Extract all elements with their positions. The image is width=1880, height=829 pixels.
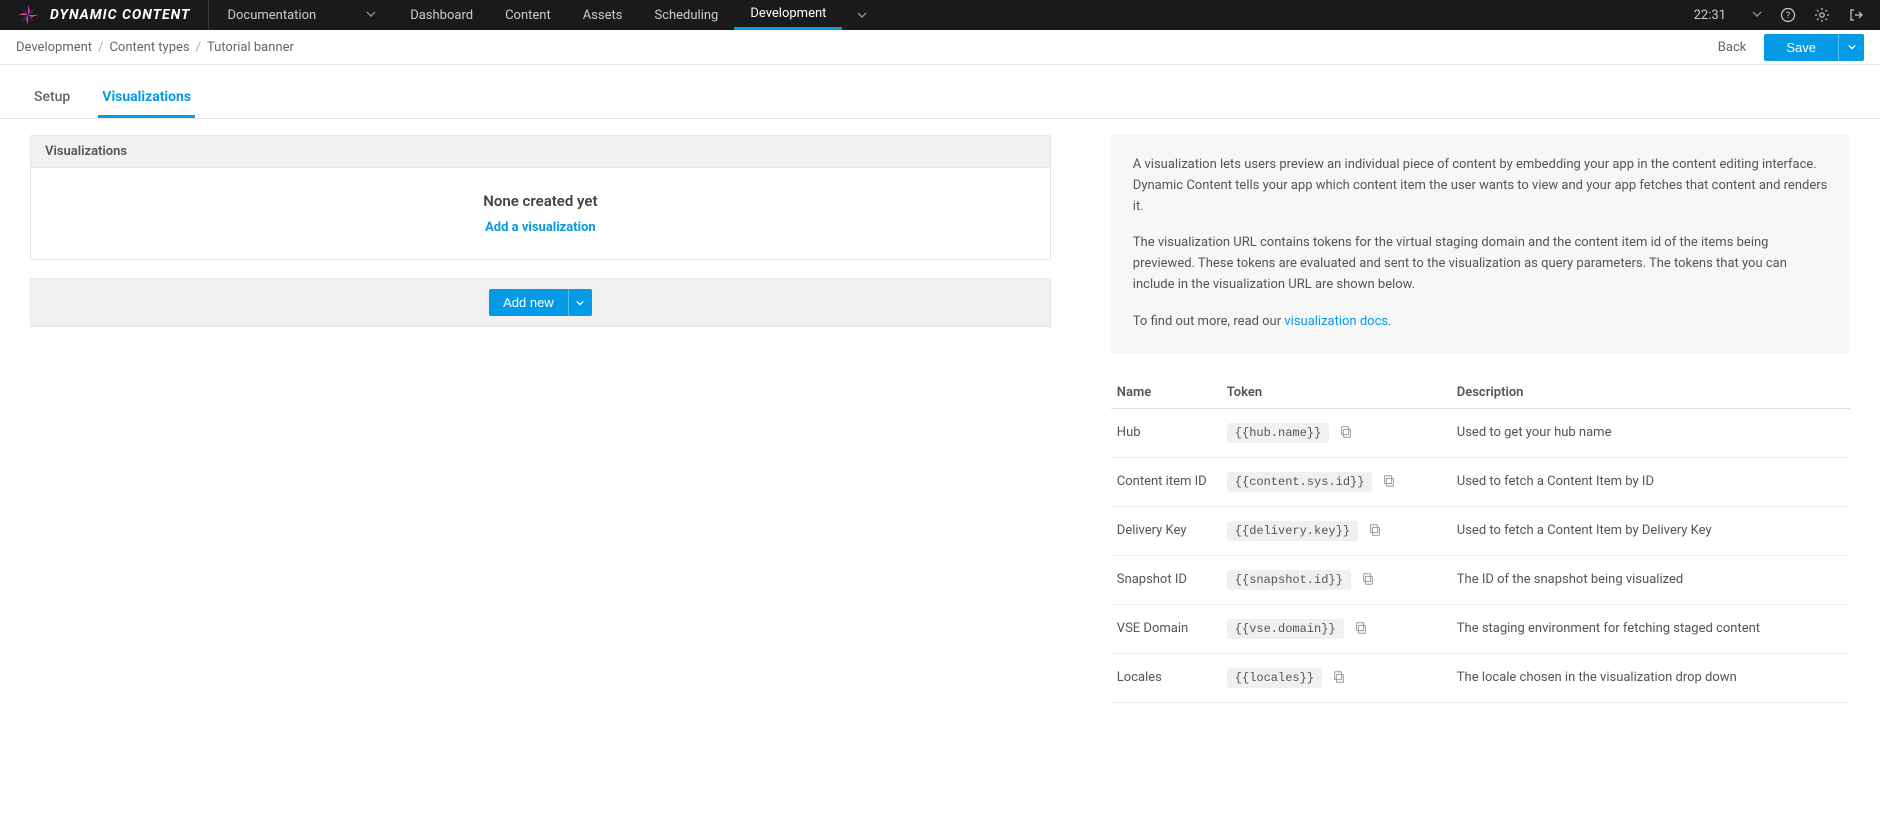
main-content: Visualizations None created yet Add a vi… [0, 119, 1880, 719]
table-row: Snapshot ID {{snapshot.id}} The ID of the … [1111, 555, 1850, 604]
token-name: Delivery Key [1111, 506, 1221, 555]
info-paragraph-3: To find out more, read our visualization… [1133, 312, 1828, 333]
logout-icon[interactable] [1848, 7, 1864, 23]
brand-area[interactable]: DYNAMIC CONTENT [16, 0, 209, 30]
nav-tab-scheduling[interactable]: Scheduling [638, 0, 734, 30]
add-new-bar: Add new [30, 278, 1051, 327]
breadcrumb-item-content-types[interactable]: Content types [109, 40, 189, 55]
token-name: Hub [1111, 408, 1221, 457]
visualization-docs-link[interactable]: visualization docs [1284, 314, 1388, 329]
token-cell: {{snapshot.id}} [1221, 555, 1451, 604]
token-table-header-token: Token [1221, 377, 1451, 409]
token-description: Used to fetch a Content Item by Delivery… [1451, 506, 1850, 555]
token-cell: {{vse.domain}} [1221, 604, 1451, 653]
token-description: Used to fetch a Content Item by ID [1451, 457, 1850, 506]
token-description: Used to get your hub name [1451, 408, 1850, 457]
tab-visualizations[interactable]: Visualizations [98, 79, 195, 118]
chevron-down-icon [366, 8, 376, 23]
token-code: {{snapshot.id}} [1227, 570, 1351, 590]
token-description: The locale chosen in the visualization d… [1451, 653, 1850, 702]
breadcrumb-item-current: Tutorial banner [207, 40, 294, 55]
token-cell: {{content.sys.id}} [1221, 457, 1451, 506]
copy-icon[interactable] [1354, 621, 1368, 635]
token-code: {{hub.name}} [1227, 423, 1329, 443]
info-paragraph-1: A visualization lets users preview an in… [1133, 155, 1828, 217]
copy-icon[interactable] [1361, 572, 1375, 586]
svg-text:?: ? [1786, 11, 1790, 21]
breadcrumb-separator: / [196, 40, 201, 55]
token-table-header-description: Description [1451, 377, 1850, 409]
save-button[interactable]: Save [1764, 34, 1838, 61]
token-code: {{locales}} [1227, 668, 1322, 688]
add-new-dropdown-button[interactable] [568, 289, 592, 316]
help-icon[interactable]: ? [1780, 7, 1796, 23]
token-name: Content item ID [1111, 457, 1221, 506]
table-row: Content item ID {{content.sys.id}} Used to… [1111, 457, 1850, 506]
table-row: Hub {{hub.name}} Used to get your hub name [1111, 408, 1850, 457]
nav-tab-assets[interactable]: Assets [567, 0, 639, 30]
copy-icon[interactable] [1368, 523, 1382, 537]
token-name: Snapshot ID [1111, 555, 1221, 604]
primary-nav: Dashboard Content Assets Scheduling Deve… [394, 0, 882, 30]
token-code: {{content.sys.id}} [1227, 472, 1373, 492]
brand-text: DYNAMIC CONTENT [50, 7, 190, 23]
hub-dropdown-label: Documentation [227, 8, 316, 23]
token-name: Locales [1111, 653, 1221, 702]
add-new-button[interactable]: Add new [489, 289, 568, 316]
save-dropdown-button[interactable] [1838, 34, 1864, 61]
action-bar: Development / Content types / Tutorial b… [0, 30, 1880, 65]
tab-setup[interactable]: Setup [30, 79, 74, 118]
panel-header: Visualizations [31, 136, 1050, 168]
info-paragraph-2: The visualization URL contains tokens fo… [1133, 233, 1828, 295]
visualizations-panel: Visualizations None created yet Add a vi… [30, 135, 1051, 260]
back-button[interactable]: Back [1718, 40, 1747, 55]
breadcrumb-separator: / [98, 40, 103, 55]
table-row: Locales {{locales}} The locale chosen in t… [1111, 653, 1850, 702]
logo-icon [16, 3, 40, 27]
table-row: VSE Domain {{vse.domain}} The staging envi… [1111, 604, 1850, 653]
copy-icon[interactable] [1382, 474, 1396, 488]
token-cell: {{delivery.key}} [1221, 506, 1451, 555]
add-visualization-link[interactable]: Add a visualization [55, 220, 1026, 235]
time-label: 22:31 [1694, 8, 1726, 23]
info-box: A visualization lets users preview an in… [1111, 135, 1850, 353]
nav-tab-content[interactable]: Content [489, 0, 567, 30]
token-table: Name Token Description Hub {{hub.name}} Us… [1111, 377, 1850, 703]
copy-icon[interactable] [1339, 425, 1353, 439]
save-button-group: Save [1764, 34, 1864, 61]
token-description: The ID of the snapshot being visualized [1451, 555, 1850, 604]
page-tabs: Setup Visualizations [0, 65, 1880, 119]
nav-tab-development[interactable]: Development [734, 0, 842, 30]
empty-state-title: None created yet [55, 192, 1026, 210]
copy-icon[interactable] [1332, 670, 1346, 684]
token-cell: {{locales}} [1221, 653, 1451, 702]
gear-icon[interactable] [1814, 7, 1830, 23]
nav-tab-dashboard[interactable]: Dashboard [394, 0, 489, 30]
breadcrumb-item-development[interactable]: Development [16, 40, 92, 55]
breadcrumb: Development / Content types / Tutorial b… [16, 40, 294, 55]
token-name: VSE Domain [1111, 604, 1221, 653]
token-description: The staging environment for fetching sta… [1451, 604, 1850, 653]
hub-dropdown[interactable]: Documentation [209, 0, 394, 30]
time-dropdown[interactable]: 22:31 [1694, 8, 1762, 23]
token-code: {{vse.domain}} [1227, 619, 1344, 639]
chevron-down-icon [1752, 8, 1762, 23]
token-cell: {{hub.name}} [1221, 408, 1451, 457]
top-navbar: DYNAMIC CONTENT Documentation Dashboard … [0, 0, 1880, 30]
table-row: Delivery Key {{delivery.key}} Used to fetc… [1111, 506, 1850, 555]
token-table-header-name: Name [1111, 377, 1221, 409]
token-code: {{delivery.key}} [1227, 521, 1358, 541]
nav-overflow-button[interactable] [842, 0, 882, 30]
